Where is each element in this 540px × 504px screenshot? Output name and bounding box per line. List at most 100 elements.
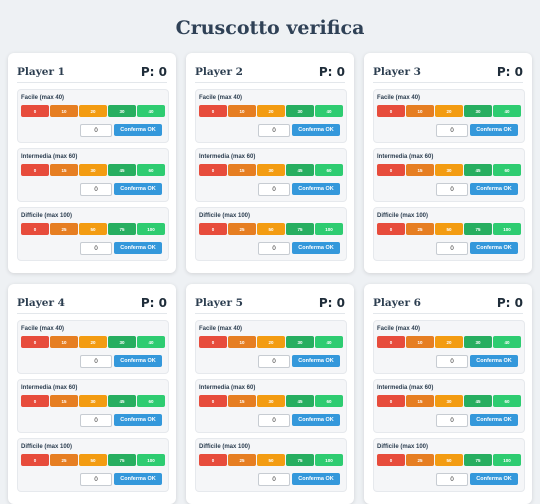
score-button-0[interactable]: 0: [377, 223, 405, 235]
score-button-25[interactable]: 25: [406, 454, 434, 466]
score-button-20[interactable]: 20: [257, 105, 285, 117]
score-button-50[interactable]: 50: [79, 223, 107, 235]
confirm-button[interactable]: Conferma OK: [292, 473, 340, 485]
confirm-button[interactable]: Conferma OK: [114, 414, 162, 426]
score-input[interactable]: 0: [80, 242, 112, 255]
score-button-75[interactable]: 75: [464, 454, 492, 466]
score-button-0[interactable]: 0: [377, 164, 405, 176]
score-button-20[interactable]: 20: [79, 105, 107, 117]
score-button-25[interactable]: 25: [50, 223, 78, 235]
score-button-25[interactable]: 25: [50, 454, 78, 466]
score-button-30[interactable]: 30: [435, 164, 463, 176]
score-button-75[interactable]: 75: [464, 223, 492, 235]
score-button-15[interactable]: 15: [406, 164, 434, 176]
score-button-20[interactable]: 20: [435, 105, 463, 117]
score-button-30[interactable]: 30: [108, 105, 136, 117]
confirm-button[interactable]: Conferma OK: [470, 355, 518, 367]
score-button-10[interactable]: 10: [406, 336, 434, 348]
score-input[interactable]: 0: [436, 183, 468, 196]
score-button-15[interactable]: 15: [228, 395, 256, 407]
score-input[interactable]: 0: [436, 414, 468, 427]
score-button-0[interactable]: 0: [21, 454, 49, 466]
score-button-75[interactable]: 75: [286, 454, 314, 466]
score-button-100[interactable]: 100: [493, 454, 521, 466]
score-button-60[interactable]: 60: [137, 164, 165, 176]
score-button-30[interactable]: 30: [286, 105, 314, 117]
score-button-40[interactable]: 40: [493, 105, 521, 117]
score-input[interactable]: 0: [258, 242, 290, 255]
score-input[interactable]: 0: [436, 242, 468, 255]
score-button-30[interactable]: 30: [79, 395, 107, 407]
score-button-0[interactable]: 0: [377, 395, 405, 407]
score-button-100[interactable]: 100: [315, 454, 343, 466]
score-button-0[interactable]: 0: [21, 336, 49, 348]
score-button-60[interactable]: 60: [493, 164, 521, 176]
score-input[interactable]: 0: [80, 124, 112, 137]
score-button-15[interactable]: 15: [50, 395, 78, 407]
score-button-0[interactable]: 0: [21, 105, 49, 117]
score-button-15[interactable]: 15: [406, 395, 434, 407]
score-input[interactable]: 0: [258, 355, 290, 368]
score-button-75[interactable]: 75: [108, 454, 136, 466]
confirm-button[interactable]: Conferma OK: [292, 355, 340, 367]
score-button-40[interactable]: 40: [493, 336, 521, 348]
score-button-60[interactable]: 60: [315, 395, 343, 407]
score-input[interactable]: 0: [258, 473, 290, 486]
confirm-button[interactable]: Conferma OK: [292, 124, 340, 136]
score-button-10[interactable]: 10: [50, 336, 78, 348]
confirm-button[interactable]: Conferma OK: [470, 473, 518, 485]
score-button-30[interactable]: 30: [286, 336, 314, 348]
score-button-60[interactable]: 60: [493, 395, 521, 407]
score-button-0[interactable]: 0: [199, 395, 227, 407]
score-button-75[interactable]: 75: [108, 223, 136, 235]
score-input[interactable]: 0: [258, 414, 290, 427]
score-button-40[interactable]: 40: [137, 105, 165, 117]
score-input[interactable]: 0: [436, 124, 468, 137]
score-button-50[interactable]: 50: [257, 454, 285, 466]
confirm-button[interactable]: Conferma OK: [114, 355, 162, 367]
score-button-60[interactable]: 60: [137, 395, 165, 407]
score-button-0[interactable]: 0: [377, 336, 405, 348]
confirm-button[interactable]: Conferma OK: [114, 183, 162, 195]
score-button-0[interactable]: 0: [199, 223, 227, 235]
score-button-25[interactable]: 25: [406, 223, 434, 235]
score-input[interactable]: 0: [258, 124, 290, 137]
score-button-100[interactable]: 100: [315, 223, 343, 235]
confirm-button[interactable]: Conferma OK: [292, 242, 340, 254]
score-input[interactable]: 0: [80, 414, 112, 427]
confirm-button[interactable]: Conferma OK: [470, 242, 518, 254]
score-button-10[interactable]: 10: [50, 105, 78, 117]
score-button-45[interactable]: 45: [464, 395, 492, 407]
score-button-0[interactable]: 0: [377, 105, 405, 117]
score-button-40[interactable]: 40: [315, 105, 343, 117]
score-button-10[interactable]: 10: [406, 105, 434, 117]
score-button-15[interactable]: 15: [228, 164, 256, 176]
score-button-30[interactable]: 30: [464, 336, 492, 348]
score-button-45[interactable]: 45: [286, 164, 314, 176]
score-input[interactable]: 0: [80, 183, 112, 196]
score-button-45[interactable]: 45: [464, 164, 492, 176]
score-button-30[interactable]: 30: [257, 164, 285, 176]
score-button-60[interactable]: 60: [315, 164, 343, 176]
confirm-button[interactable]: Conferma OK: [292, 414, 340, 426]
score-button-0[interactable]: 0: [21, 395, 49, 407]
score-button-100[interactable]: 100: [137, 454, 165, 466]
score-button-25[interactable]: 25: [228, 454, 256, 466]
score-button-30[interactable]: 30: [257, 395, 285, 407]
score-button-45[interactable]: 45: [108, 395, 136, 407]
score-button-0[interactable]: 0: [21, 164, 49, 176]
score-input[interactable]: 0: [258, 183, 290, 196]
score-button-50[interactable]: 50: [435, 454, 463, 466]
score-button-10[interactable]: 10: [228, 336, 256, 348]
score-button-0[interactable]: 0: [199, 454, 227, 466]
score-button-20[interactable]: 20: [79, 336, 107, 348]
score-button-50[interactable]: 50: [435, 223, 463, 235]
score-input[interactable]: 0: [80, 473, 112, 486]
confirm-button[interactable]: Conferma OK: [114, 473, 162, 485]
score-button-50[interactable]: 50: [79, 454, 107, 466]
score-button-15[interactable]: 15: [50, 164, 78, 176]
score-input[interactable]: 0: [80, 355, 112, 368]
score-input[interactable]: 0: [436, 355, 468, 368]
score-button-30[interactable]: 30: [435, 395, 463, 407]
score-button-45[interactable]: 45: [108, 164, 136, 176]
